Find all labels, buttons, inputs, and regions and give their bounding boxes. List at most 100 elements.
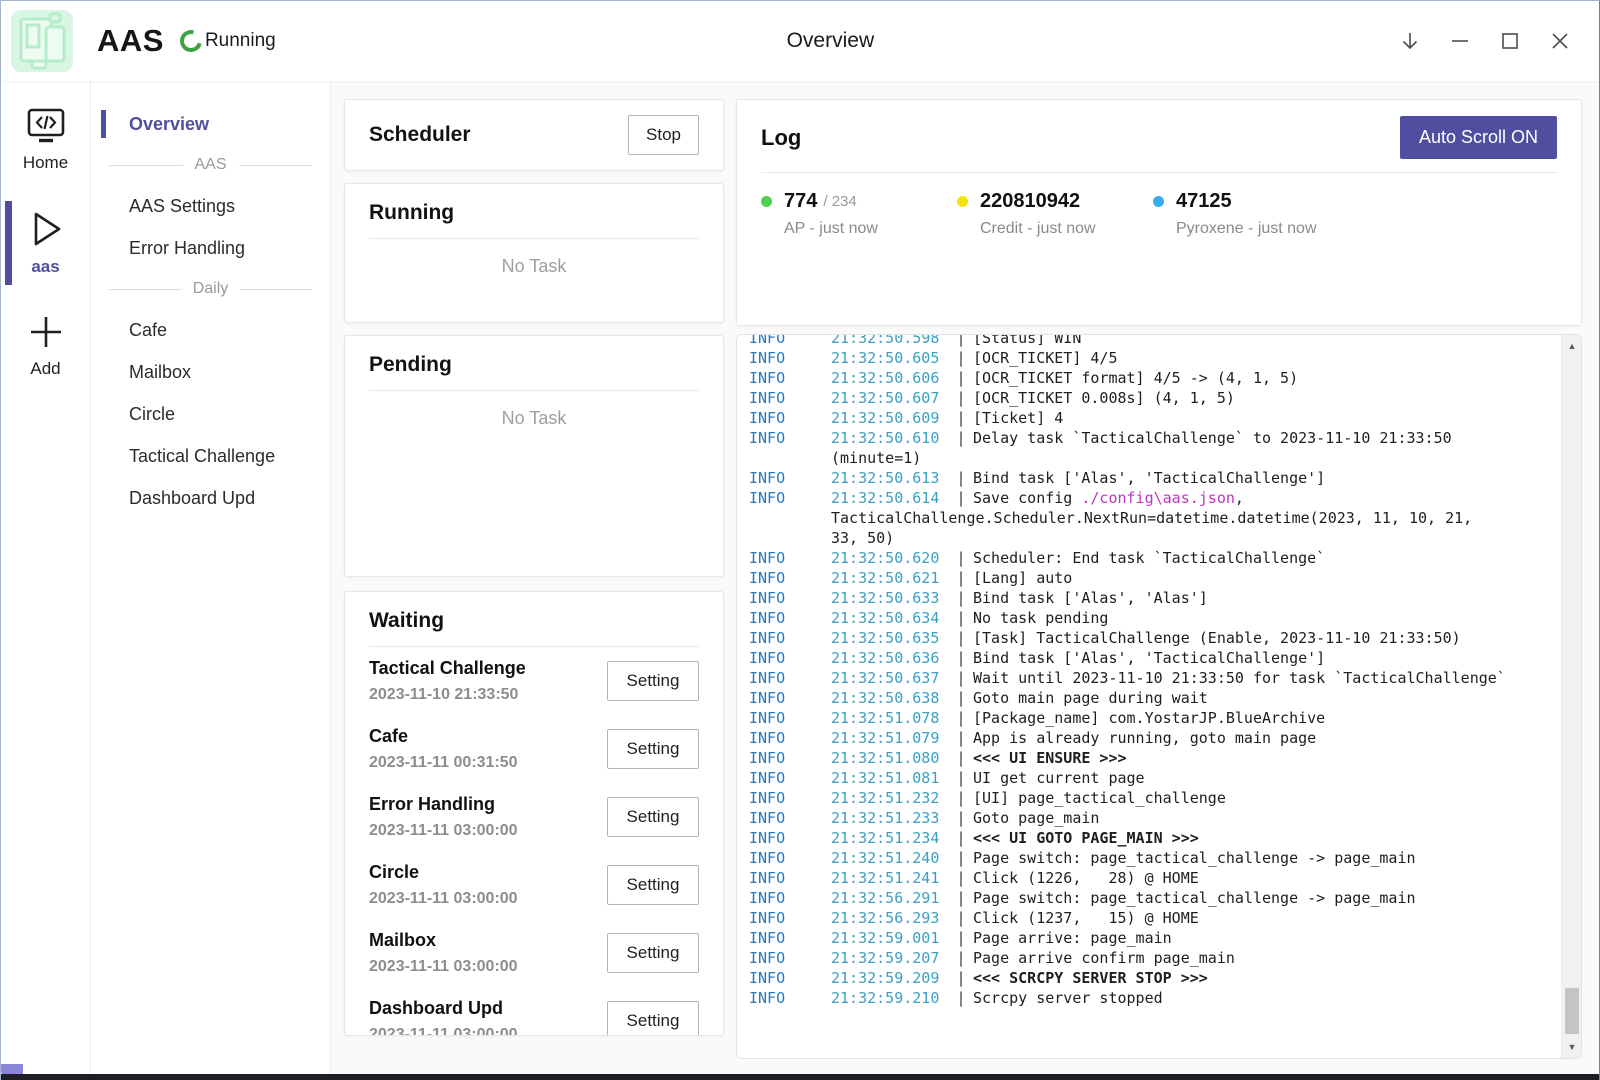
sidebar-item-overview[interactable]: Overview xyxy=(91,103,330,145)
stat-value: 47125 xyxy=(1176,190,1232,213)
scroll-up-arrow-icon[interactable]: ▲ xyxy=(1562,337,1582,355)
waiting-task-name: Mailbox xyxy=(369,930,607,951)
log-line: INFO21:32:50.635|[Task] TacticalChalleng… xyxy=(749,628,1581,648)
log-message: TacticalChallenge.Scheduler.NextRun=date… xyxy=(831,508,1472,528)
log-message: [Lang] auto xyxy=(969,568,1072,588)
maximize-button[interactable] xyxy=(1485,17,1535,65)
log-timestamp: 21:32:51.232 xyxy=(831,788,953,808)
log-line: INFO21:32:50.636|Bind task ['Alas', 'Tac… xyxy=(749,648,1581,668)
sidebar-item-label: Error Handling xyxy=(129,238,245,259)
stat-credit: 220810942Credit - just now xyxy=(957,190,1153,238)
log-timestamp: 21:32:50.607 xyxy=(831,388,953,408)
log-message: Page arrive: page_main xyxy=(969,928,1172,948)
auto-scroll-toggle-button[interactable]: Auto Scroll ON xyxy=(1400,116,1557,159)
log-separator: | xyxy=(953,768,969,788)
arrow-down-icon xyxy=(1399,30,1421,52)
code-monitor-icon xyxy=(25,107,67,145)
log-separator: | xyxy=(953,868,969,888)
log-message: Click (1237, 15) @ HOME xyxy=(969,908,1199,928)
sidebar-item-label: Circle xyxy=(129,404,175,425)
log-line: INFO21:32:50.621|[Lang] auto xyxy=(749,568,1581,588)
log-timestamp: 21:32:50.620 xyxy=(831,548,953,568)
stat-value: 774 xyxy=(784,190,817,213)
scrollbar-thumb[interactable] xyxy=(1565,988,1579,1034)
log-separator: | xyxy=(953,428,969,448)
sidebar-item-cafe[interactable]: Cafe xyxy=(91,309,330,351)
play-icon xyxy=(26,209,66,249)
log-timestamp: 21:32:50.634 xyxy=(831,608,953,628)
log-timestamp: 21:32:50.621 xyxy=(831,568,953,588)
rail-item-add[interactable]: Add xyxy=(1,301,90,389)
sidebar-item-mailbox[interactable]: Mailbox xyxy=(91,351,330,393)
task-setting-button[interactable]: Setting xyxy=(607,865,699,905)
stat-pyroxene: 47125 Pyroxene - just now xyxy=(1153,190,1349,238)
log-line: INFO21:32:51.241|Click (1226, 28) @ HOME xyxy=(749,868,1581,888)
minimize-button[interactable] xyxy=(1435,17,1485,65)
log-level: INFO xyxy=(749,468,831,488)
log-level: INFO xyxy=(749,708,831,728)
log-content: INFO21:32:50.598|[Status] WININFO21:32:5… xyxy=(737,334,1581,1008)
log-scrollbar[interactable]: ▲ ▼ xyxy=(1561,335,1581,1058)
window-bottom-edge xyxy=(1,1074,1599,1080)
pending-empty-text: No Task xyxy=(369,408,699,429)
sidebar-item-aas-settings[interactable]: AAS Settings xyxy=(91,185,330,227)
log-separator: | xyxy=(953,548,969,568)
close-button[interactable] xyxy=(1535,17,1585,65)
log-separator: | xyxy=(953,688,969,708)
scheduler-stop-button[interactable]: Stop xyxy=(628,115,699,155)
scroll-down-arrow-icon[interactable]: ▼ xyxy=(1562,1038,1582,1056)
log-line: (minute=1) xyxy=(749,448,1581,468)
log-level: INFO xyxy=(749,768,831,788)
log-timestamp: 21:32:51.234 xyxy=(831,828,953,848)
log-separator: | xyxy=(953,648,969,668)
log-level: INFO xyxy=(749,848,831,868)
log-level xyxy=(749,508,831,528)
window-controls xyxy=(1385,17,1585,65)
log-separator: | xyxy=(953,828,969,848)
running-spinner-icon xyxy=(176,26,206,56)
task-setting-button[interactable]: Setting xyxy=(607,1001,699,1036)
hide-window-button[interactable] xyxy=(1385,17,1435,65)
log-message: [Package_name] com.YostarJP.BlueArchive xyxy=(969,708,1325,728)
rail-item-label: Home xyxy=(23,153,68,173)
log-separator: | xyxy=(953,568,969,588)
waiting-task-next-run: 2023-11-11 03:00:00 xyxy=(369,958,607,976)
sidebar-item-circle[interactable]: Circle xyxy=(91,393,330,435)
stat-value-row: 774/ 234 xyxy=(761,190,957,213)
minimize-icon xyxy=(1450,31,1470,51)
stat-label: Pyroxene - just now xyxy=(1176,220,1349,238)
log-separator: | xyxy=(953,348,969,368)
task-setting-button[interactable]: Setting xyxy=(607,661,699,701)
log-timestamp: 21:32:59.001 xyxy=(831,928,953,948)
log-timestamp: 21:32:51.081 xyxy=(831,768,953,788)
log-timestamp: 21:32:50.605 xyxy=(831,348,953,368)
rail-item-home[interactable]: Home xyxy=(1,95,90,183)
log-level: INFO xyxy=(749,648,831,668)
log-timestamp: 21:32:59.207 xyxy=(831,948,953,968)
log-level: INFO xyxy=(749,568,831,588)
task-setting-button[interactable]: Setting xyxy=(607,797,699,837)
log-card: Log Auto Scroll ON 774/ 234AP - just now… xyxy=(736,99,1582,326)
log-line: INFO21:32:50.606|[OCR_TICKET format] 4/5… xyxy=(749,368,1581,388)
log-separator: | xyxy=(953,848,969,868)
waiting-task-info: Dashboard Upd2023-11-11 03:00:00 xyxy=(369,998,607,1036)
log-level xyxy=(749,528,831,548)
rail-item-aas[interactable]: aas xyxy=(1,197,90,287)
log-line: INFO21:32:59.209|<<< SCRCPY SERVER STOP … xyxy=(749,968,1581,988)
sidebar-item-tactical-challenge[interactable]: Tactical Challenge xyxy=(91,435,330,477)
log-message: Goto main page during wait xyxy=(969,688,1208,708)
app-name: AAS xyxy=(97,23,164,59)
log-level: INFO xyxy=(749,428,831,448)
sidebar-item-error-handling[interactable]: Error Handling xyxy=(91,227,330,269)
sidebar-group-divider-aas: AAS xyxy=(91,145,330,185)
log-timestamp: 21:32:51.080 xyxy=(831,748,953,768)
main-content: Scheduler Stop Running No Task Pending N… xyxy=(331,81,1599,1074)
task-setting-button[interactable]: Setting xyxy=(607,933,699,973)
sidebar-item-dashboard-upd[interactable]: Dashboard Upd xyxy=(91,477,330,519)
log-message: [Ticket] 4 xyxy=(969,408,1063,428)
waiting-task-next-run: 2023-11-11 00:31:50 xyxy=(369,754,607,772)
log-message: [OCR_TICKET 0.008s] (4, 1, 5) xyxy=(969,388,1235,408)
log-viewer[interactable]: INFO21:32:50.598|[Status] WININFO21:32:5… xyxy=(736,334,1582,1059)
task-setting-button[interactable]: Setting xyxy=(607,729,699,769)
waiting-task-row: Mailbox 2023-11-11 03:00:00Setting xyxy=(369,919,699,987)
